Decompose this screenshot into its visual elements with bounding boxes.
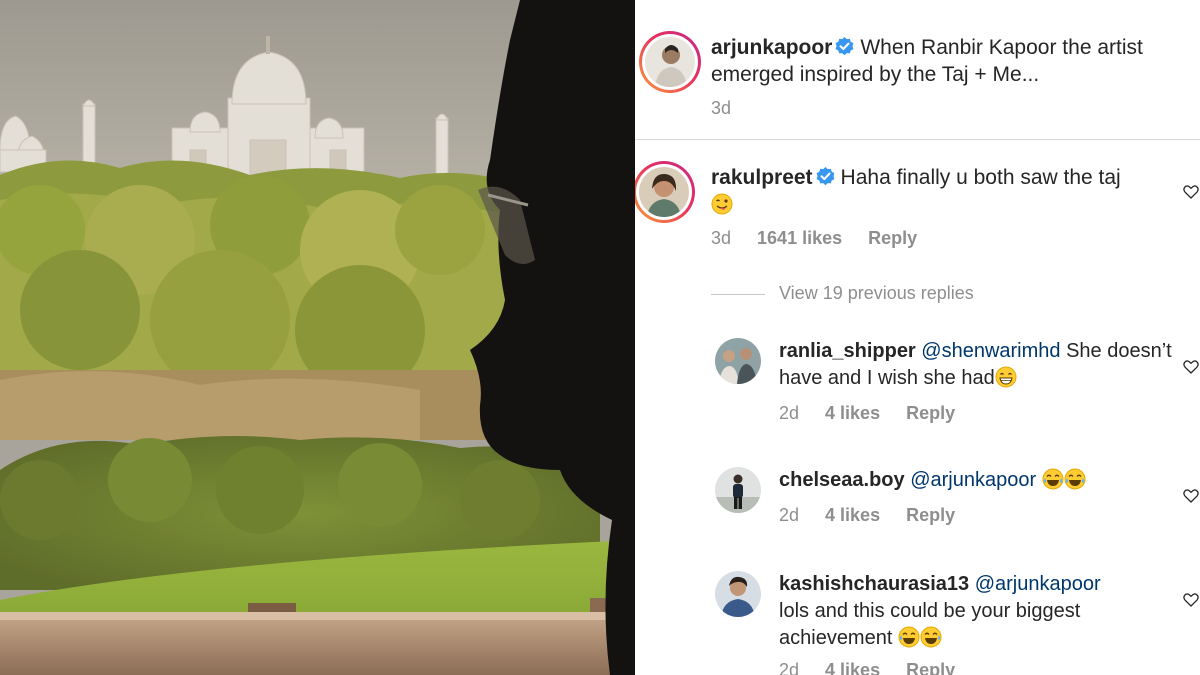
like-reply-heart-icon[interactable]: [1183, 592, 1199, 608]
post-meta: 3d: [711, 98, 757, 119]
view-replies-label[interactable]: View 19 previous replies: [779, 283, 974, 303]
post-author-avatar[interactable]: [639, 31, 701, 93]
comment-likes[interactable]: 1641 likes: [757, 228, 842, 249]
user-photo-icon: [639, 167, 689, 217]
winking-tongue-emoji-icon: [711, 193, 733, 215]
like-reply-heart-icon[interactable]: [1183, 359, 1199, 375]
reply-kashishchaurasia13: kashishchaurasia13 @arjunkapoor lols and …: [779, 571, 1179, 652]
tears-of-joy-emoji-icon: [1042, 468, 1064, 490]
reply-username[interactable]: ranlia_shipper: [779, 340, 916, 362]
reply-button[interactable]: Reply: [906, 660, 955, 675]
reply-button[interactable]: Reply: [906, 403, 955, 424]
comment-rakulpreet: rakulpreet Haha finally u both saw the ta…: [711, 164, 1181, 218]
post-author-username[interactable]: arjunkapoor: [711, 36, 832, 59]
reply-avatar-kashishchaurasia13[interactable]: [715, 571, 761, 617]
tears-of-joy-emoji-icon: [1064, 468, 1086, 490]
verified-badge-icon: [816, 167, 835, 186]
reply-mention[interactable]: @arjunkapoor: [975, 573, 1101, 595]
replies-divider: [711, 293, 765, 295]
reply-button[interactable]: Reply: [868, 228, 917, 249]
reply-time: 2d: [779, 505, 800, 525]
comment-time: 3d: [711, 228, 732, 248]
reply-avatar-ranlia-shipper[interactable]: [715, 338, 761, 384]
reply-time: 2d: [779, 403, 800, 423]
like-reply-heart-icon[interactable]: [1183, 488, 1199, 504]
reply-chelseaa-boy: chelseaa.boy @arjunkapoor: [779, 467, 1179, 494]
user-photo-icon: [715, 467, 761, 513]
user-photo-icon: [715, 338, 761, 384]
user-photo-icon: [715, 571, 761, 617]
comment-avatar-rakulpreet[interactable]: [635, 161, 695, 223]
reply-likes[interactable]: 4 likes: [825, 660, 880, 675]
reply-likes[interactable]: 4 likes: [825, 505, 880, 526]
laughing-emoji-icon: [920, 626, 942, 648]
reply-ranlia-shipper: ranlia_shipper @shenwarimhd She doesn’t …: [779, 338, 1179, 392]
reply-meta: 2d 4 likes Reply: [779, 660, 981, 675]
reply-button[interactable]: Reply: [906, 505, 955, 526]
post-caption: arjunkapoor When Ranbir Kapoor the artist…: [711, 34, 1191, 88]
reply-mention[interactable]: @arjunkapoor: [910, 469, 1036, 491]
comments-panel: arjunkapoor When Ranbir Kapoor the artist…: [635, 0, 1200, 675]
reply-username[interactable]: chelseaa.boy: [779, 469, 905, 491]
laughing-emoji-icon: [898, 626, 920, 648]
post-photo: [0, 0, 635, 675]
reply-avatar-chelseaa-boy[interactable]: [715, 467, 761, 513]
taj-mahal-photo: [0, 0, 635, 675]
reply-meta: 2d 4 likes Reply: [779, 505, 981, 526]
reply-time: 2d: [779, 660, 800, 675]
like-comment-heart-icon[interactable]: [1183, 184, 1199, 200]
grinning-emoji-icon: [995, 366, 1017, 388]
comment-meta: 3d 1641 likes Reply: [711, 228, 943, 249]
reply-meta: 2d 4 likes Reply: [779, 403, 981, 424]
caption-divider: [635, 139, 1200, 140]
comment-body: Haha finally u both saw the taj: [840, 166, 1121, 189]
reply-username[interactable]: kashishchaurasia13: [779, 573, 969, 595]
reply-mention[interactable]: @shenwarimhd: [921, 340, 1060, 362]
verified-badge-icon: [835, 37, 854, 56]
comment-username[interactable]: rakulpreet: [711, 166, 813, 189]
reply-likes[interactable]: 4 likes: [825, 403, 880, 424]
user-photo-icon: [645, 37, 695, 87]
post-time: 3d: [711, 98, 732, 118]
view-previous-replies[interactable]: View 19 previous replies: [711, 283, 974, 304]
